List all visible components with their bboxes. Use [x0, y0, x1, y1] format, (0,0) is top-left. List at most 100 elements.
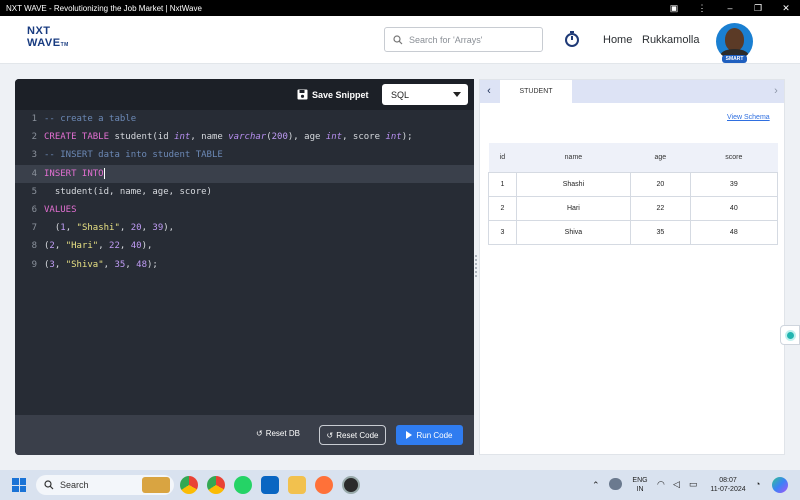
table-cell: 2 [488, 195, 517, 221]
reset-code-label: Reset Code [336, 430, 379, 440]
line-number: 7 [31, 223, 37, 234]
code-line-active: 4 INSERT INTO [15, 164, 474, 183]
code-text: (3, "Shiva", 35, 48); [44, 259, 158, 270]
volume-icon[interactable]: ◁ [673, 480, 680, 489]
more-options-icon[interactable]: ⋮ [688, 0, 716, 16]
code-area[interactable]: 1 -- create a table 2 CREATE TABLE student… [15, 110, 474, 274]
search-box[interactable] [384, 27, 543, 52]
search-icon [393, 34, 403, 44]
nxtwave-logo[interactable]: NXT WAVETM [27, 25, 87, 55]
column-header: score [690, 143, 778, 172]
taskbar-search-input[interactable] [60, 480, 120, 490]
chevron-left-icon[interactable]: ‹ [480, 80, 498, 103]
reset-db-button[interactable]: ↺ Reset DB [256, 429, 300, 438]
code-text: (1, "Shashi", 20, 39), [44, 223, 175, 234]
firefox-icon[interactable] [315, 476, 333, 494]
search-highlight-image [142, 477, 170, 493]
save-snippet-button[interactable]: Save Snippet [297, 87, 369, 102]
code-text: CREATE TABLE student(id int, name varcha… [44, 132, 413, 143]
table-cell: 39 [689, 171, 779, 197]
wifi-icon[interactable]: ◠ [657, 480, 665, 489]
line-number: 6 [31, 204, 37, 215]
clock-date: 11-07-2024 [710, 486, 746, 493]
code-text: VALUES [44, 204, 77, 215]
battery-icon[interactable]: ▭ [689, 480, 698, 489]
reset-code-button[interactable]: ↺ Reset Code [319, 425, 386, 445]
app-header: NXT WAVETM Home Rukkamolla SMART [0, 16, 800, 64]
code-line: 6 VALUES [15, 201, 474, 219]
line-number: 2 [31, 132, 37, 143]
clock-time: 08:07 [719, 477, 737, 484]
table-cell: 3 [488, 219, 517, 245]
result-table: id name age score 1 Shashi 20 39 2 Hari … [488, 143, 779, 245]
tab-student[interactable]: STUDENT [500, 80, 572, 104]
snap-icon[interactable]: ▣ [660, 0, 688, 16]
search-input[interactable] [409, 34, 529, 45]
language-value: SQL [391, 89, 410, 100]
save-snippet-label: Save Snippet [312, 89, 369, 100]
minimize-button[interactable]: – [716, 0, 744, 16]
chevron-right-icon[interactable]: › [768, 80, 784, 103]
code-text: INSERT INTO [44, 167, 105, 179]
editor-toolbar: Save Snippet SQL [15, 79, 474, 110]
clock[interactable]: 08:07 11-07-2024 [706, 476, 750, 494]
table-cell: 22 [630, 195, 691, 221]
onedrive-icon[interactable] [609, 478, 622, 490]
table-tabs: ‹ STUDENT › [480, 80, 784, 104]
code-text: -- INSERT data into student TABLE [44, 150, 223, 161]
language-indicator[interactable]: ENG IN [630, 476, 650, 494]
resize-handle[interactable] [474, 255, 478, 279]
linkedin-icon[interactable] [261, 476, 279, 494]
run-code-button[interactable]: Run Code [396, 425, 463, 445]
table-cell: 35 [630, 219, 691, 245]
nav-home-link[interactable]: Home [603, 34, 632, 46]
code-text: -- create a table [44, 114, 137, 124]
table-cell: Hari [515, 195, 632, 221]
language-select[interactable]: SQL [382, 84, 468, 105]
table-row: 2 Hari 22 40 [488, 195, 779, 221]
notification-icon[interactable]: ◔ [755, 480, 760, 489]
chevron-up-icon[interactable]: ⌃ [592, 481, 600, 490]
table-cell: 1 [488, 171, 517, 197]
code-line: 3 -- INSERT data into student TABLE [15, 146, 474, 164]
assistant-float-button[interactable] [780, 325, 800, 345]
logo-line-2: WAVETM [27, 37, 87, 51]
language-code: ENG [632, 477, 648, 484]
table-cell: Shashi [515, 171, 632, 197]
maximize-button[interactable]: ❐ [744, 0, 772, 16]
whatsapp-icon[interactable] [234, 476, 252, 494]
window-title: NXT WAVE - Revolutionizing the Job Marke… [6, 3, 202, 13]
timer-icon[interactable] [562, 29, 582, 49]
code-line: 1 -- create a table [15, 110, 474, 128]
nxtwave-app-icon[interactable] [342, 476, 360, 494]
code-text: (2, "Hari", 22, 40), [44, 241, 153, 252]
table-row: 1 Shashi 20 39 [488, 171, 779, 197]
file-explorer-icon[interactable] [288, 476, 306, 494]
code-line: 5 student(id, name, age, score) [15, 183, 474, 201]
table-cell: Shiva [515, 219, 632, 245]
table-cell: 48 [689, 219, 779, 245]
view-schema-link[interactable]: View Schema [727, 114, 770, 121]
play-icon [406, 431, 413, 439]
close-button[interactable]: ✕ [772, 0, 800, 16]
code-editor[interactable]: Save Snippet SQL 1 -- create a table 2 CRE… [15, 79, 474, 455]
windows-start-icon[interactable] [12, 478, 26, 492]
table-cell: 20 [630, 171, 691, 197]
window-title-bar: NXT WAVE - Revolutionizing the Job Marke… [0, 0, 800, 16]
code-text: student(id, name, age, score) [44, 186, 212, 197]
reset-icon: ↺ [256, 429, 263, 438]
reset-icon: ↺ [326, 430, 334, 440]
text-cursor [103, 167, 105, 179]
nav-user-name[interactable]: Rukkamolla [642, 34, 699, 46]
copilot-icon[interactable] [772, 477, 788, 493]
line-number: 9 [31, 259, 37, 270]
line-number: 4 [31, 168, 37, 179]
avatar-face [725, 28, 744, 51]
table-cell: 40 [689, 195, 779, 221]
chrome-icon[interactable] [180, 476, 198, 494]
logo-line-1: NXT [27, 25, 51, 37]
line-number: 1 [31, 114, 37, 124]
assistant-icon [785, 330, 796, 341]
chrome-profile-icon[interactable] [207, 476, 225, 494]
chevron-down-icon [453, 92, 461, 97]
